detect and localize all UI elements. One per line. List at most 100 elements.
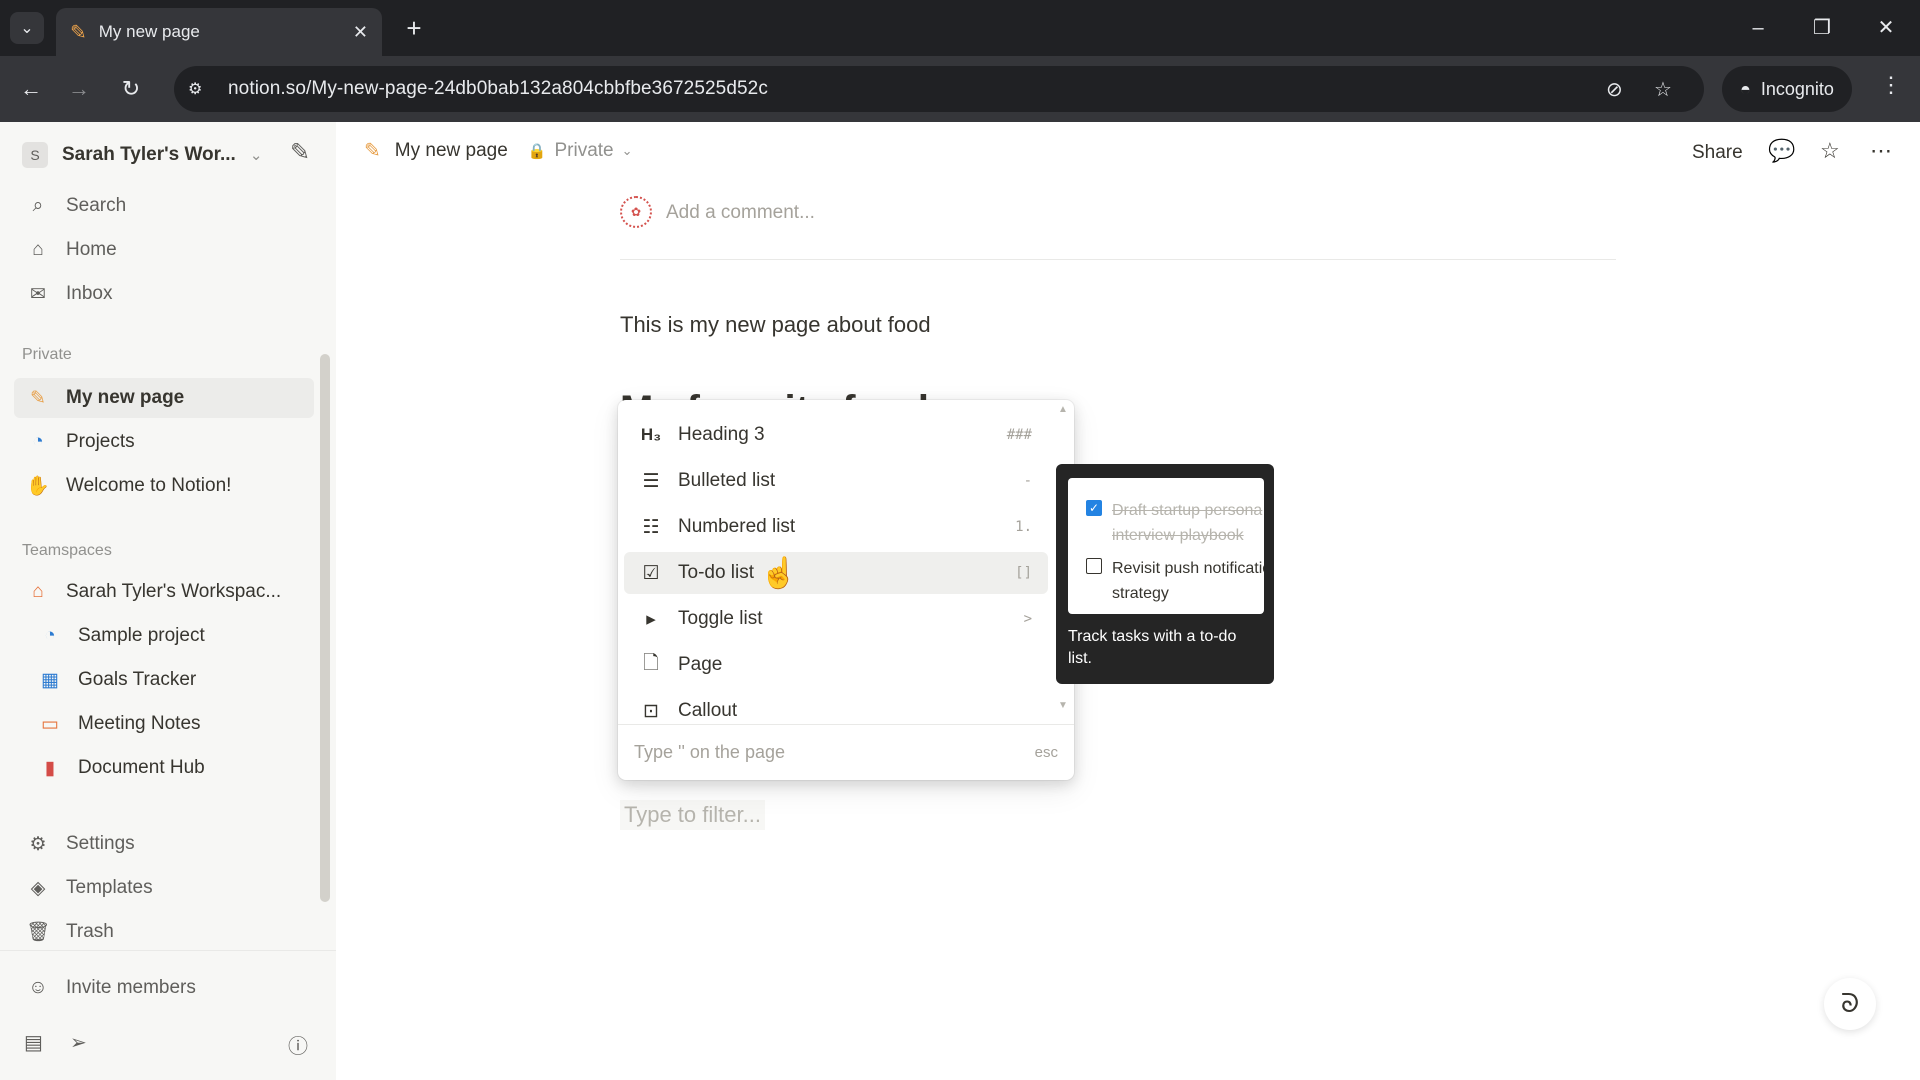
close-icon[interactable]: ✕ xyxy=(353,22,368,43)
menu-item-label: To-do list xyxy=(678,562,755,583)
sidebar-item-projects[interactable]: ◔ Projects xyxy=(14,422,314,462)
browser-menu-icon[interactable]: ⋮ xyxy=(1874,72,1908,98)
filter-input[interactable]: Type to filter... xyxy=(620,800,765,830)
browser-tabstrip: ⌄ ✎ My new page ✕ + – ❐ ✕ xyxy=(0,0,1920,56)
menu-item-bulleted-list[interactable]: ☰ Bulleted list - xyxy=(624,460,1048,502)
menu-item-todo-list[interactable]: ☑ To-do list [] xyxy=(624,552,1048,594)
slash-command-menu: H₃ Heading 3 ### ☰ Bulleted list - ☷ Num… xyxy=(618,400,1074,780)
sidebar-item-label: Projects xyxy=(66,431,135,452)
workspace-switcher[interactable]: S Sarah Tyler's Wor... ⌄ xyxy=(22,138,322,172)
comment-input[interactable]: Add a comment... xyxy=(666,202,815,224)
more-options-icon[interactable]: ⋯ xyxy=(1870,138,1892,164)
incognito-badge[interactable]: ◓ Incognito xyxy=(1722,66,1852,112)
menu-item-shortcut: > xyxy=(1023,611,1032,627)
sidebar-divider xyxy=(0,950,336,951)
menu-item-label: Bulleted list xyxy=(678,470,776,491)
sidebar-item-trash[interactable]: 🗑 Trash xyxy=(14,912,314,952)
todo-list-icon: ☑ xyxy=(642,562,660,584)
menu-item-page[interactable]: 🗋 Page xyxy=(624,644,1048,686)
browser-tab[interactable]: ✎ My new page ✕ xyxy=(56,8,382,56)
minimize-icon[interactable]: – xyxy=(1742,12,1774,44)
back-arrow-icon[interactable]: ← xyxy=(14,72,48,106)
menu-item-shortcut: ### xyxy=(1006,427,1032,443)
menu-item-heading-3[interactable]: H₃ Heading 3 ### xyxy=(624,414,1048,456)
send-icon[interactable]: ➢ xyxy=(70,1030,87,1055)
help-icon[interactable]: ⓘ xyxy=(288,1030,308,1059)
preview-todo-done: ✓ Draft startup persona interview playbo… xyxy=(1086,498,1264,548)
menu-item-shortcut: - xyxy=(1023,473,1032,489)
text-block[interactable]: This is my new page about food xyxy=(620,312,931,338)
site-info-icon[interactable]: ⚙ xyxy=(188,79,216,99)
preview-todo-open: Revisit push notification strategy xyxy=(1086,556,1264,606)
invite-members-label: Invite members xyxy=(66,977,196,998)
wave-icon: ✋ xyxy=(26,476,50,497)
menu-item-shortcut: [] xyxy=(1015,565,1032,581)
pencil-icon: ✎ xyxy=(70,21,87,44)
eye-off-icon[interactable]: ⊘ xyxy=(1606,66,1623,112)
incognito-icon: ◓ xyxy=(1740,78,1751,99)
preview-todo-text: Draft startup persona interview playbook xyxy=(1112,502,1263,544)
new-page-icon[interactable]: ✎ xyxy=(290,138,310,167)
house-icon: ⌂ xyxy=(32,581,44,602)
window-close-icon[interactable]: ✕ xyxy=(1870,12,1902,44)
notion-ai-button[interactable]: ᘐ xyxy=(1824,978,1876,1030)
forward-arrow-icon[interactable]: → xyxy=(62,72,96,106)
workspace-avatar: S xyxy=(22,142,48,168)
sidebar-item-document-hub[interactable]: ▮ Document Hub xyxy=(14,748,314,788)
tab-title: My new page xyxy=(98,22,200,41)
tab-search-button[interactable]: ⌄ xyxy=(10,12,44,44)
search-icon: ⌕ xyxy=(32,195,44,216)
sidebar-item-goals-tracker[interactable]: ▦ Goals Tracker xyxy=(14,660,314,700)
favorite-star-icon[interactable]: ☆ xyxy=(1820,138,1840,164)
calendar-icon[interactable]: ▤ xyxy=(24,1030,43,1055)
sidebar-item-my-new-page[interactable]: ✎ My new page xyxy=(14,378,314,418)
sidebar-item-search[interactable]: ⌕ Search xyxy=(14,186,314,226)
section-label-teamspaces[interactable]: Teamspaces xyxy=(22,542,112,560)
sidebar-scrollbar[interactable] xyxy=(320,354,330,902)
menu-item-label: Numbered list xyxy=(678,516,796,537)
sidebar-item-meeting-notes[interactable]: ▭ Meeting Notes xyxy=(14,704,314,744)
callout-icon: ⊡ xyxy=(643,700,659,722)
sidebar-item-home[interactable]: ⌂ Home xyxy=(14,230,314,270)
restore-icon[interactable]: ❐ xyxy=(1806,12,1838,44)
share-button[interactable]: Share xyxy=(1692,142,1743,164)
sidebar-item-label: Goals Tracker xyxy=(78,669,197,690)
menu-footer-esc[interactable]: esc xyxy=(1035,744,1058,761)
sidebar-item-settings[interactable]: ⚙ Settings xyxy=(14,824,314,864)
sidebar-item-teamspace[interactable]: ⌂ Sarah Tyler's Workspac... xyxy=(14,572,314,612)
url-text: notion.so/My-new-page-24db0bab132a804cbb… xyxy=(228,78,768,99)
reload-icon[interactable]: ↻ xyxy=(114,72,148,106)
sidebar-item-templates[interactable]: ◈ Templates xyxy=(14,868,314,908)
address-bar[interactable]: ⚙ notion.so/My-new-page-24db0bab132a804c… xyxy=(174,66,1704,112)
comment-icon[interactable]: 💬 xyxy=(1768,138,1795,164)
sidebar-item-sample-project[interactable]: ◔ Sample project xyxy=(14,616,314,656)
sidebar-item-label: Templates xyxy=(66,877,153,898)
page-icon: 🗋 xyxy=(643,653,659,674)
pencil-icon: ✎ xyxy=(364,140,381,162)
sidebar-item-inbox[interactable]: ✉ Inbox xyxy=(14,274,314,314)
invite-members-button[interactable]: ☺ Invite members xyxy=(14,968,314,1008)
scroll-up-arrow-icon[interactable]: ▲ xyxy=(1058,404,1068,415)
browser-toolbar: ← → ↻ ⚙ notion.so/My-new-page-24db0bab13… xyxy=(0,56,1920,122)
breadcrumb[interactable]: ✎ My new page 🔒 Private ⌄ xyxy=(364,138,633,163)
lock-icon: 🔒 xyxy=(527,142,547,160)
hand-cursor-icon: ☝ xyxy=(760,557,798,590)
preview-card: ✓ Draft startup persona interview playbo… xyxy=(1068,478,1264,614)
section-label-private[interactable]: Private xyxy=(22,346,72,364)
breadcrumb-page-title[interactable]: My new page xyxy=(395,140,508,162)
heading3-icon: H₃ xyxy=(640,425,662,444)
menu-item-toggle-list[interactable]: ▸ Toggle list > xyxy=(624,598,1048,640)
sidebar-item-label: Welcome to Notion! xyxy=(66,475,232,496)
visibility-label[interactable]: Private xyxy=(554,140,613,162)
bookmark-star-icon[interactable]: ☆ xyxy=(1654,66,1672,112)
sidebar-item-label: Settings xyxy=(66,833,135,854)
bulleted-list-icon: ☰ xyxy=(642,470,660,492)
scroll-down-arrow-icon[interactable]: ▼ xyxy=(1058,700,1068,711)
menu-item-numbered-list[interactable]: ☷ Numbered list 1. xyxy=(624,506,1048,548)
sidebar-item-label: Inbox xyxy=(66,283,113,304)
new-tab-button[interactable]: + xyxy=(398,12,430,44)
sidebar-item-label: Sarah Tyler's Workspac... xyxy=(66,581,282,602)
menu-footer: Type '' on the page esc xyxy=(618,724,1074,780)
comment-row[interactable]: ✿ Add a comment... xyxy=(620,196,1616,260)
sidebar-item-welcome[interactable]: ✋ Welcome to Notion! xyxy=(14,466,314,506)
